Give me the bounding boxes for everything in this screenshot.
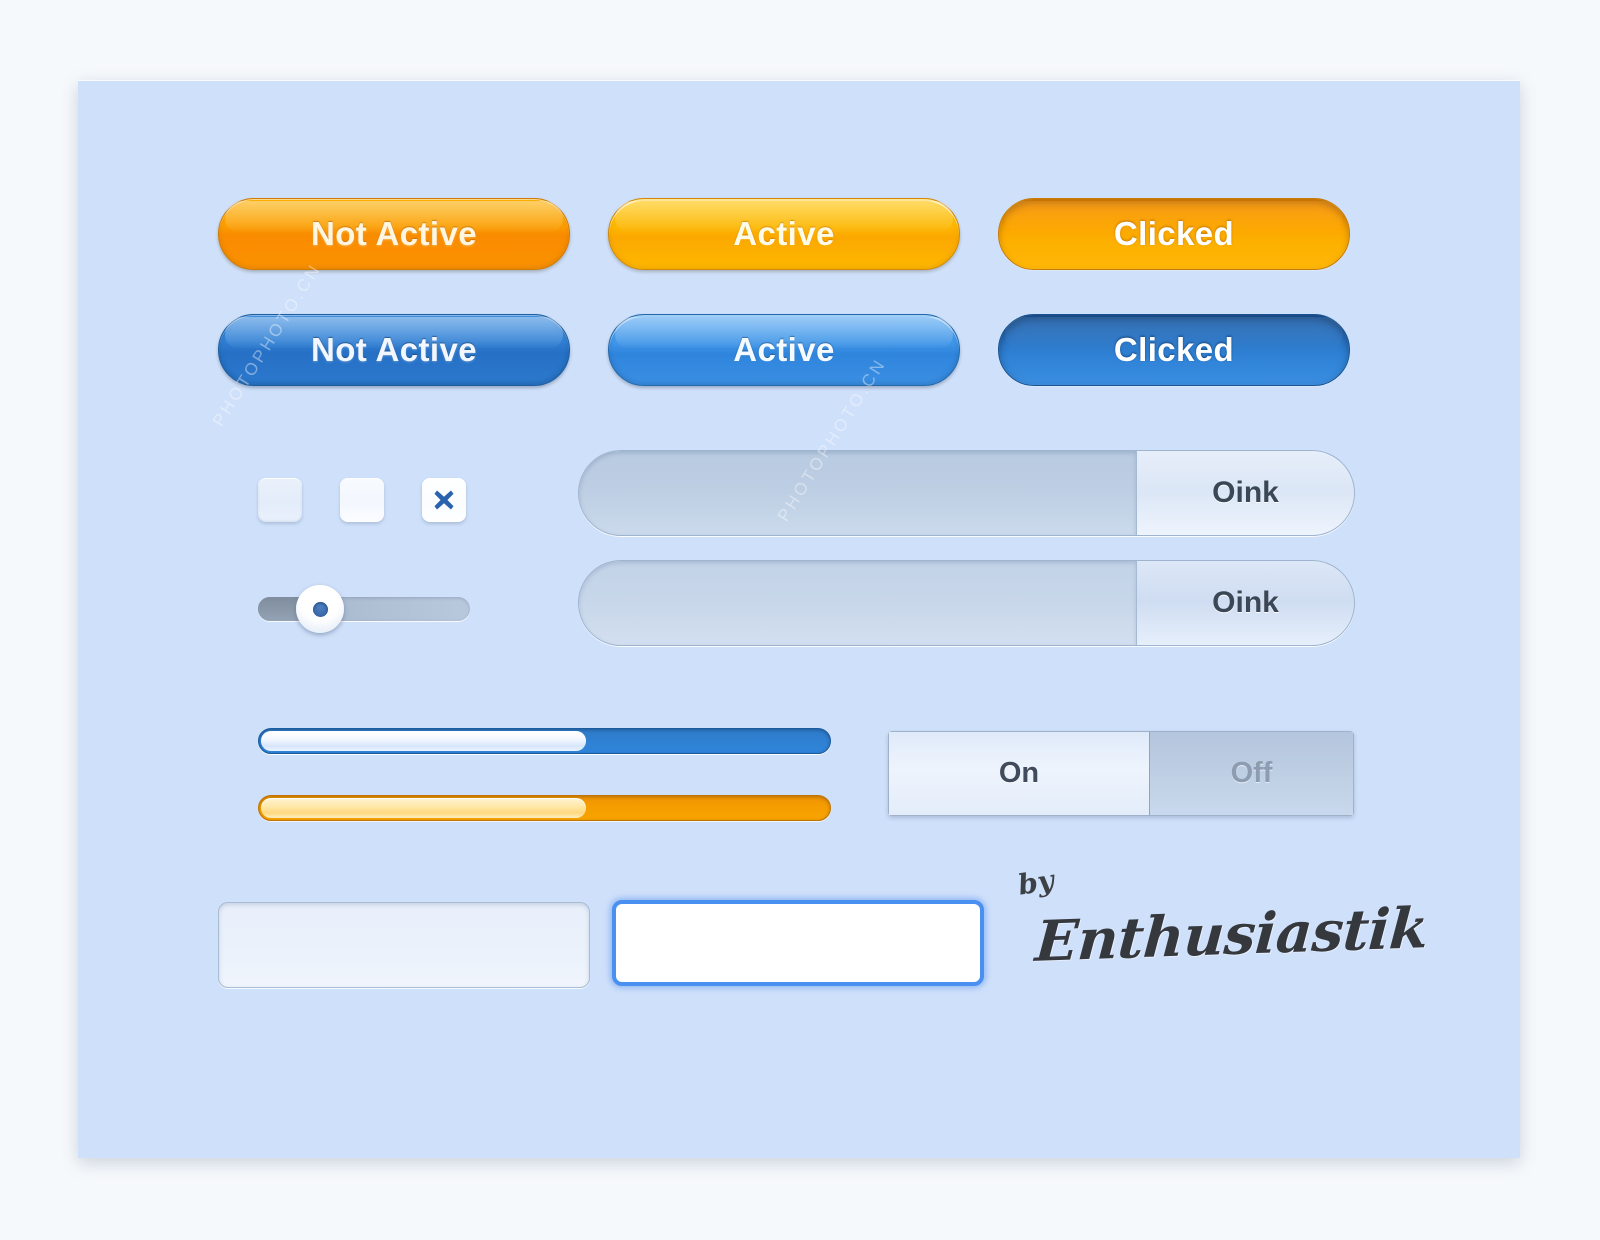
text-input-normal[interactable]: [218, 902, 590, 988]
button-blue-active[interactable]: Active: [608, 314, 960, 386]
button-orange-active[interactable]: Active: [608, 198, 960, 270]
toggle-on-off[interactable]: On Off: [888, 731, 1354, 816]
button-label: Active: [733, 215, 835, 252]
logo-name: Enthusiastik: [1033, 895, 1431, 975]
dropdown-field[interactable]: [579, 561, 1136, 645]
button-blue-clicked[interactable]: Clicked: [998, 314, 1350, 386]
checkbox-unchecked-hover[interactable]: [340, 478, 384, 522]
button-label: Active: [733, 331, 835, 368]
dropdown-oink-label[interactable]: Oink: [1136, 451, 1354, 535]
checkbox-unchecked[interactable]: [258, 478, 302, 522]
ui-kit-panel: Not Active Active Clicked Not Active Act…: [78, 80, 1520, 1158]
button-blue-not-active[interactable]: Not Active: [218, 314, 570, 386]
cross-icon: [434, 490, 454, 510]
text-input-focused[interactable]: [612, 900, 984, 986]
button-label: Not Active: [311, 215, 477, 252]
logo-prefix: by: [1015, 863, 1057, 902]
dropdown-oink-hover[interactable]: Oink: [578, 450, 1355, 536]
button-label: Not Active: [311, 331, 477, 368]
slider-track[interactable]: [258, 597, 470, 621]
slider-handle[interactable]: [296, 585, 344, 633]
brand-logo: by Enthusiastik: [1010, 862, 1431, 992]
button-label: Clicked: [1113, 331, 1235, 368]
toggle-segment-off[interactable]: Off: [1150, 731, 1354, 816]
button-label: Clicked: [1113, 215, 1235, 252]
progress-bar-blue: [258, 728, 831, 754]
progress-fill: [261, 731, 587, 751]
progress-bar-orange: [258, 795, 831, 821]
button-orange-clicked[interactable]: Clicked: [998, 198, 1350, 270]
dropdown-field[interactable]: [579, 451, 1136, 535]
screenshot-stage: Not Active Active Clicked Not Active Act…: [0, 0, 1600, 1240]
progress-fill: [261, 798, 587, 818]
dropdown-oink-normal[interactable]: Oink: [578, 560, 1355, 646]
toggle-segment-on[interactable]: On: [888, 731, 1150, 816]
slider-handle-dot: [312, 601, 328, 617]
checkbox-checked[interactable]: [422, 478, 466, 522]
dropdown-oink-label[interactable]: Oink: [1136, 561, 1354, 645]
button-orange-not-active[interactable]: Not Active: [218, 198, 570, 270]
